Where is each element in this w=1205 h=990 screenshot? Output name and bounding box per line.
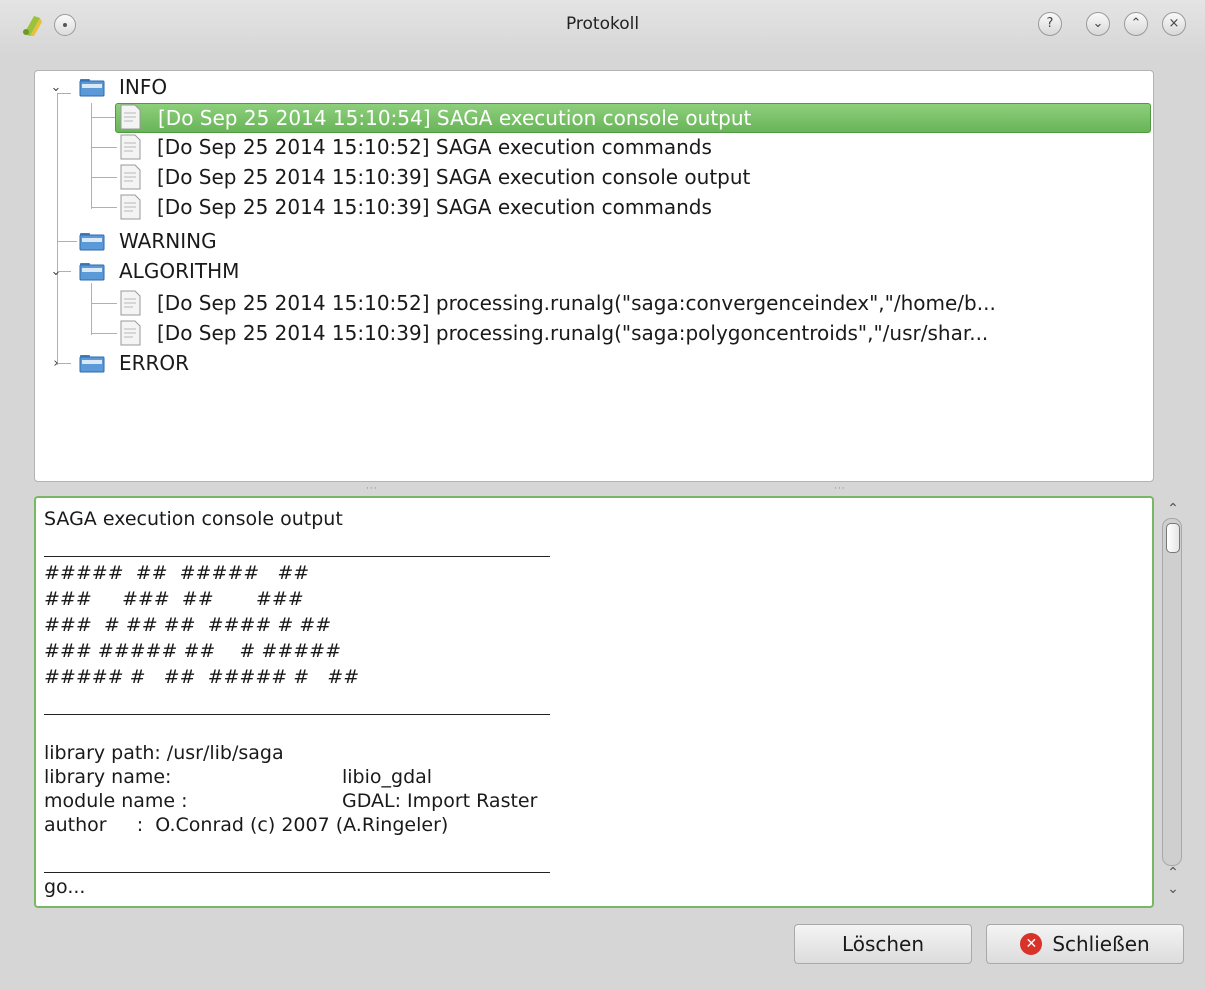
scrollbar-thumb[interactable]: [1166, 523, 1180, 553]
console-value: GDAL: Import Raster: [342, 790, 538, 812]
tree-line: [91, 207, 117, 208]
document-icon: [120, 194, 141, 220]
console-value: libio_gdal: [342, 766, 433, 788]
document-icon: [120, 164, 141, 190]
tree-group-label: INFO: [119, 75, 168, 99]
document-icon: [120, 134, 141, 160]
tree-item-label: [Do Sep 25 2014 15:10:52] processing.run…: [157, 291, 996, 315]
tree-group-label: ERROR: [119, 351, 190, 375]
tree-line: [57, 93, 58, 365]
tree-line: [91, 283, 92, 335]
tree-item-label: [Do Sep 25 2014 15:10:39] SAGA execution…: [157, 165, 751, 189]
tree-group-label: ALGORITHM: [119, 259, 240, 283]
scroll-down-icon[interactable]: ⌄: [1164, 882, 1182, 896]
tree-line: [91, 303, 117, 304]
tree-line: [91, 333, 117, 334]
console-line: library path: /usr/lib/saga: [44, 742, 284, 764]
tree-line: [91, 117, 117, 118]
document-icon: [120, 320, 141, 346]
tree-item-label: [Do Sep 25 2014 15:10:52] SAGA execution…: [157, 135, 712, 159]
splitter-handle[interactable]: ···: [366, 484, 378, 494]
close-button-label: Schließen: [1052, 932, 1150, 956]
document-icon: [120, 104, 141, 130]
minimize-button[interactable]: ⌄: [1086, 12, 1110, 36]
console-heading: SAGA execution console output: [44, 508, 343, 530]
maximize-button[interactable]: ⌃: [1124, 12, 1148, 36]
log-tree[interactable]: ⌄ INFO [Do Sep 25 2014 15:10:54] SAGA ex…: [34, 70, 1154, 482]
expand-info-icon[interactable]: ⌄: [49, 81, 63, 95]
console-rule: [44, 872, 550, 873]
folder-icon: [79, 79, 105, 97]
console-ascii-line: ### ##### ## # #####: [44, 640, 341, 662]
tree-item-selected[interactable]: [Do Sep 25 2014 15:10:54] SAGA execution…: [115, 103, 1151, 133]
clear-button[interactable]: Löschen: [794, 924, 972, 964]
document-icon: [120, 290, 141, 316]
console-line: module name :: [44, 790, 188, 812]
console-ascii-line: ##### ## ##### ##: [44, 562, 310, 584]
console-output[interactable]: SAGA execution console output ##### ## #…: [34, 496, 1154, 908]
scroll-up-icon[interactable]: ⌃: [1164, 866, 1182, 880]
tree-item-label: [Do Sep 25 2014 15:10:39] processing.run…: [157, 321, 989, 345]
tree-item-label: [Do Sep 25 2014 15:10:39] SAGA execution…: [157, 195, 712, 219]
console-scrollbar[interactable]: ⌃ ⌃ ⌄: [1158, 496, 1188, 906]
folder-icon: [79, 233, 105, 251]
tree-group-label: WARNING: [119, 229, 217, 253]
close-icon: ✕: [1020, 932, 1043, 955]
folder-icon: [79, 263, 105, 281]
expand-algorithm-icon[interactable]: ⌄: [49, 265, 63, 279]
collapse-error-icon[interactable]: ›: [49, 357, 63, 371]
help-button[interactable]: ?: [1038, 12, 1062, 36]
console-ascii-line: ##### # ## ##### # ##: [44, 666, 360, 688]
tree-line: [57, 241, 77, 242]
splitter-handle[interactable]: ···: [834, 484, 846, 494]
folder-icon: [79, 355, 105, 373]
console-ascii-line: ### # ## ## #### # ##: [44, 614, 332, 636]
clear-button-label: Löschen: [841, 932, 925, 956]
title-bar[interactable]: Protokoll ? ⌄ ⌃ ×: [0, 0, 1205, 56]
console-ascii-line: ### ### ## ###: [44, 588, 304, 610]
close-button[interactable]: ✕ Schließen: [986, 924, 1184, 964]
tree-item-label: [Do Sep 25 2014 15:10:54] SAGA execution…: [158, 106, 752, 130]
window-title: Protokoll: [565, 14, 640, 34]
close-window-button[interactable]: ×: [1162, 12, 1186, 36]
console-line: library name:: [44, 766, 172, 788]
console-rule: [44, 714, 550, 715]
tree-line: [91, 103, 92, 209]
console-line: author : O.Conrad (c) 2007 (A.Ringeler): [44, 814, 449, 836]
console-rule: [44, 556, 550, 557]
scroll-up-icon[interactable]: ⌃: [1164, 502, 1182, 516]
tree-line: [91, 147, 117, 148]
scrollbar-track[interactable]: [1162, 518, 1182, 866]
console-line: go...: [44, 876, 86, 898]
tree-line: [91, 177, 117, 178]
